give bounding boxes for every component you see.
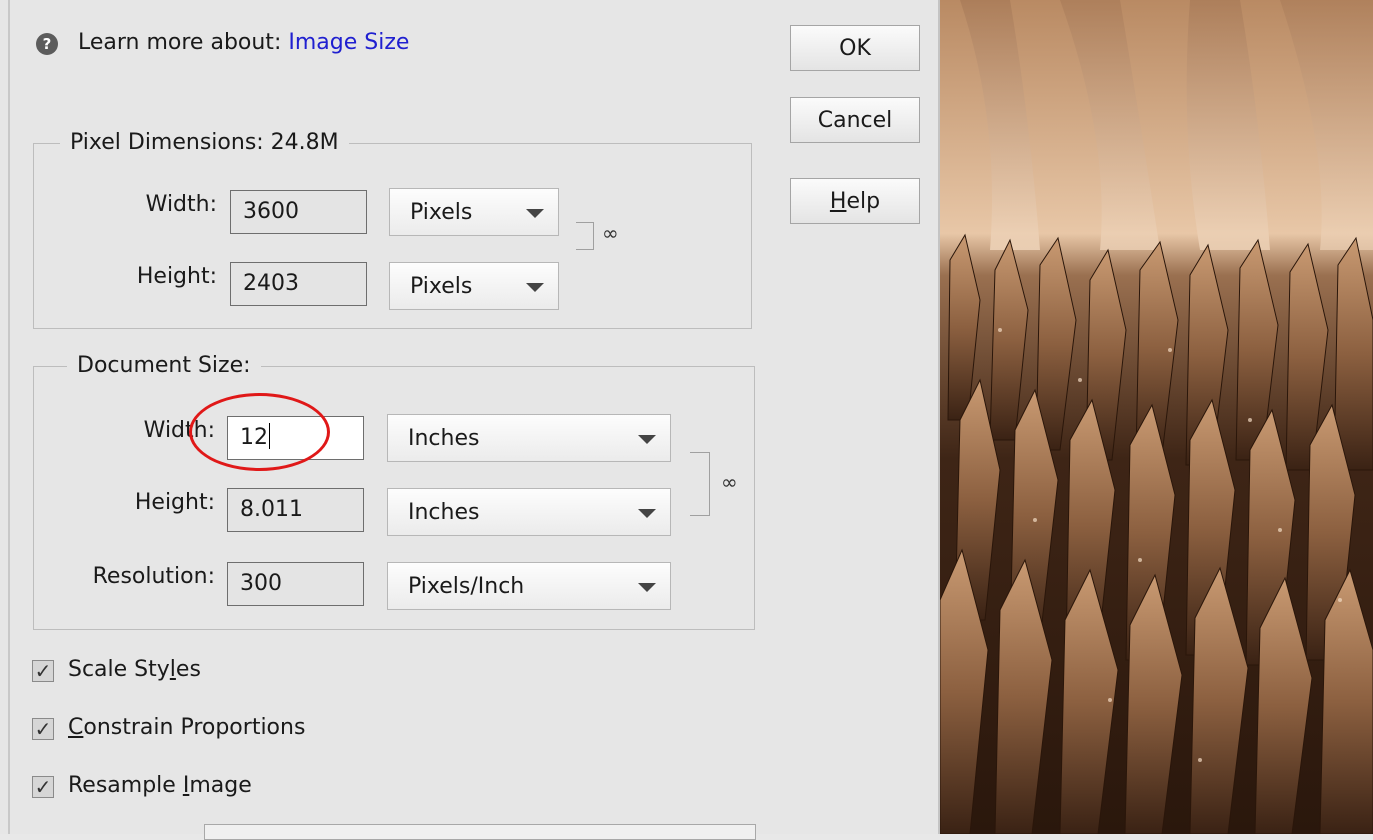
triangle-down-icon [638, 583, 656, 592]
pixel-width-input[interactable]: 3600 [230, 190, 367, 234]
doc-width-label: Width: [143, 418, 215, 443]
pixel-height-unit-select[interactable]: Pixels [389, 262, 559, 310]
image-size-help-link[interactable]: Image Size [288, 30, 409, 55]
pixel-height-unit-value: Pixels [410, 274, 473, 299]
doc-constrain-bracket [690, 452, 710, 516]
question-circle-icon: ? [36, 33, 58, 55]
pixel-height-label: Height: [136, 264, 217, 289]
doc-width-value: 12 [240, 425, 268, 450]
scale-styles-text-end: es [175, 657, 201, 682]
resample-image-label[interactable]: Resample Image [68, 773, 252, 798]
resolution-unit-select[interactable]: Pixels/Inch [387, 562, 671, 610]
help-button-mnemonic: H [829, 189, 847, 214]
doc-height-unit-value: Inches [408, 500, 480, 525]
pixel-width-label: Width: [145, 192, 217, 217]
text-caret [269, 423, 270, 449]
cancel-button[interactable]: Cancel [790, 97, 920, 143]
dialog-left-border [8, 0, 10, 834]
pixel-width-unit-value: Pixels [410, 200, 473, 225]
triangle-down-icon [638, 509, 656, 518]
scale-styles-label[interactable]: Scale Styles [68, 657, 201, 682]
doc-height-label: Height: [134, 490, 215, 515]
resolution-input[interactable]: 300 [227, 562, 364, 606]
scale-styles-checkbox[interactable]: ✓ [32, 660, 54, 682]
background-photo [940, 0, 1373, 834]
constrain-mnemonic: C [68, 715, 84, 740]
resample-text-end: mage [189, 773, 252, 798]
help-button[interactable]: Help [790, 178, 920, 224]
chain-link-icon: ∞ [602, 221, 619, 245]
triangle-down-icon [526, 209, 544, 218]
pixel-constrain-bracket [576, 222, 594, 250]
learn-more-prefix: Learn more about: [78, 30, 282, 55]
resample-text: Resample [68, 773, 183, 798]
pixel-dimensions-legend: Pixel Dimensions: 24.8M [60, 130, 349, 155]
chain-link-icon: ∞ [721, 470, 738, 494]
triangle-down-icon [526, 283, 544, 292]
resolution-label: Resolution: [92, 564, 215, 589]
doc-width-input[interactable]: 12 [227, 416, 364, 460]
constrain-proportions-label[interactable]: Constrain Proportions [68, 715, 305, 740]
pixel-width-unit-select[interactable]: Pixels [389, 188, 559, 236]
image-size-dialog: ? Learn more about: Image Size OK Cancel… [0, 0, 940, 840]
document-size-legend: Document Size: [67, 353, 261, 378]
sepia-flower-image [940, 0, 1373, 834]
doc-height-unit-select[interactable]: Inches [387, 488, 671, 536]
resample-method-select[interactable] [204, 824, 756, 840]
help-button-label: elp [846, 189, 881, 214]
resolution-unit-value: Pixels/Inch [408, 574, 525, 599]
learn-more-row: Learn more about: Image Size [78, 30, 409, 55]
scale-styles-text: Scale Sty [68, 657, 170, 682]
resample-image-checkbox[interactable]: ✓ [32, 776, 54, 798]
doc-width-unit-value: Inches [408, 426, 480, 451]
ok-button[interactable]: OK [790, 25, 920, 71]
constrain-text-end: onstrain Proportions [83, 715, 306, 740]
doc-height-input[interactable]: 8.011 [227, 488, 364, 532]
pixel-height-input[interactable]: 2403 [230, 262, 367, 306]
doc-width-unit-select[interactable]: Inches [387, 414, 671, 462]
triangle-down-icon [638, 435, 656, 444]
constrain-proportions-checkbox[interactable]: ✓ [32, 718, 54, 740]
